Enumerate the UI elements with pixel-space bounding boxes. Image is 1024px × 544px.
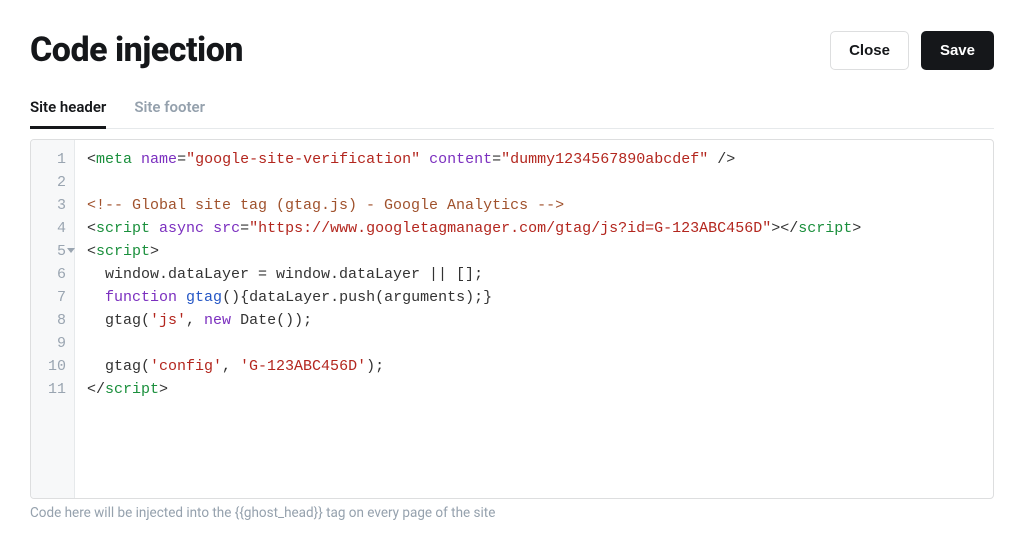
code-line[interactable] xyxy=(87,171,981,194)
tab-site-footer[interactable]: Site footer xyxy=(134,98,205,129)
line-number: 1 xyxy=(31,148,74,171)
save-button[interactable]: Save xyxy=(921,31,994,70)
line-number: 11 xyxy=(31,378,74,401)
code-line[interactable]: window.dataLayer = window.dataLayer || [… xyxy=(87,263,981,286)
tab-site-header[interactable]: Site header xyxy=(30,98,106,129)
line-number-gutter: 1234567891011 xyxy=(31,140,75,498)
line-number: 9 xyxy=(31,332,74,355)
line-number: 10 xyxy=(31,355,74,378)
action-buttons: Close Save xyxy=(830,31,994,70)
code-line[interactable]: <!-- Global site tag (gtag.js) - Google … xyxy=(87,194,981,217)
tabs: Site header Site footer xyxy=(30,98,994,129)
code-area[interactable]: <meta name="google-site-verification" co… xyxy=(75,140,993,498)
code-line[interactable]: </script> xyxy=(87,378,981,401)
code-line[interactable] xyxy=(87,332,981,355)
line-number: 3 xyxy=(31,194,74,217)
line-number: 7 xyxy=(31,286,74,309)
helper-text: Code here will be injected into the {{gh… xyxy=(30,505,994,521)
editor-container: 1234567891011 <meta name="google-site-ve… xyxy=(30,139,994,521)
close-button[interactable]: Close xyxy=(830,31,909,70)
code-line[interactable]: gtag('js', new Date()); xyxy=(87,309,981,332)
code-line[interactable]: <script> xyxy=(87,240,981,263)
code-line[interactable]: <meta name="google-site-verification" co… xyxy=(87,148,981,171)
header-row: Code injection Close Save xyxy=(30,30,994,70)
code-line[interactable]: <script async src="https://www.googletag… xyxy=(87,217,981,240)
code-line[interactable]: gtag('config', 'G-123ABC456D'); xyxy=(87,355,981,378)
line-number: 6 xyxy=(31,263,74,286)
code-line[interactable]: function gtag(){dataLayer.push(arguments… xyxy=(87,286,981,309)
line-number: 5 xyxy=(31,240,74,263)
code-editor[interactable]: 1234567891011 <meta name="google-site-ve… xyxy=(30,139,994,499)
page-title: Code injection xyxy=(30,30,243,70)
line-number: 4 xyxy=(31,217,74,240)
line-number: 2 xyxy=(31,171,74,194)
line-number: 8 xyxy=(31,309,74,332)
